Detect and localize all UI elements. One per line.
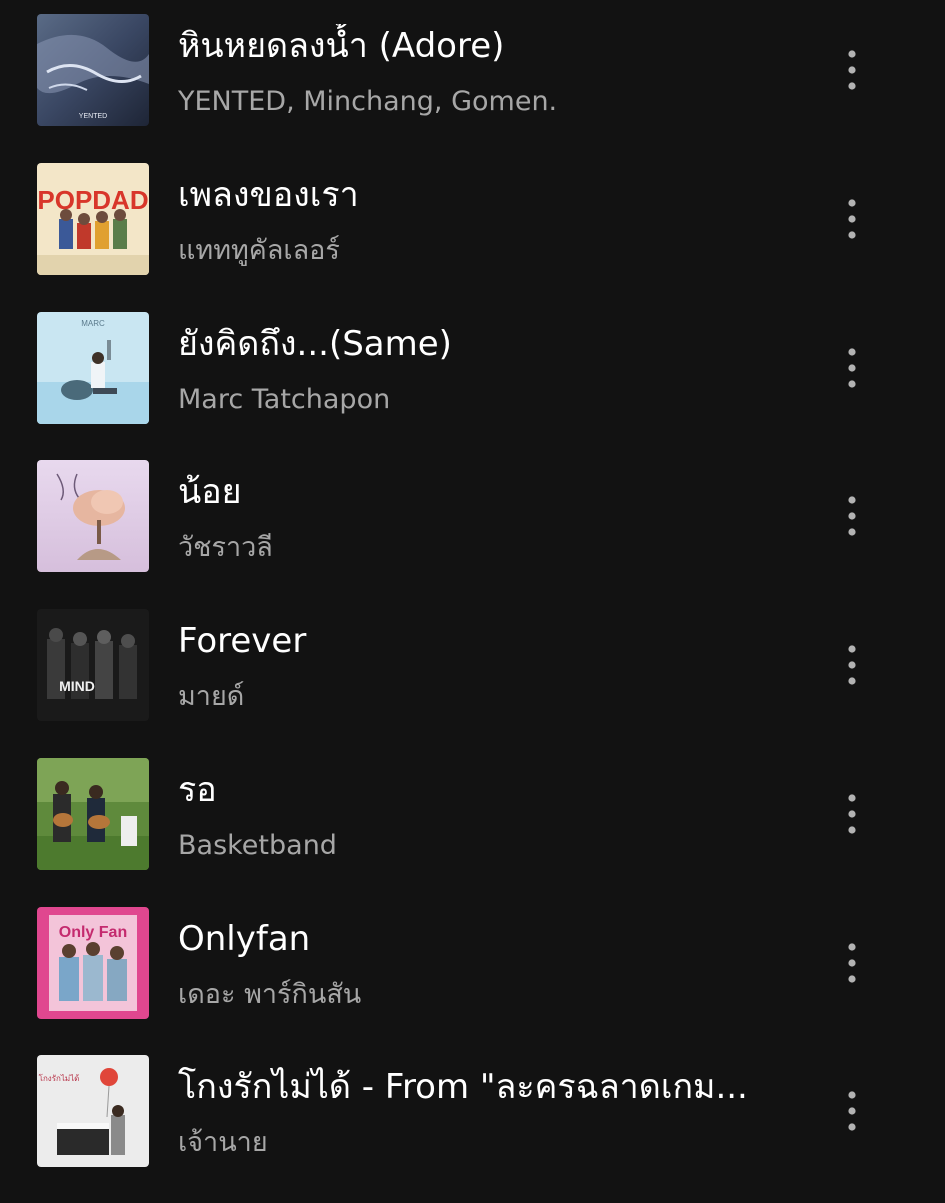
track-artist: YENTED, Minchang, Gomen. <box>178 86 558 117</box>
album-cover: MARC <box>37 312 149 424</box>
album-cover: โกงรักไม่ได้ <box>37 1055 149 1167</box>
track-title: เพลงของเรา <box>178 175 359 215</box>
more-vertical-icon <box>848 348 856 388</box>
track-row[interactable]: MIND Forever มายด์ <box>0 609 945 757</box>
cover-text: Only Fan <box>59 924 127 941</box>
track-title: โกงรักไม่ได้ - From "ละครฉลาดเกม... <box>178 1067 748 1107</box>
more-vertical-icon <box>848 199 856 239</box>
track-row[interactable]: Only Fan Onlyfan เดอะ พาร์กินสัน <box>0 907 945 1055</box>
track-artist: Basketband <box>178 830 337 861</box>
more-options-button[interactable] <box>826 639 878 691</box>
more-vertical-icon <box>848 496 856 536</box>
track-title: น้อย <box>178 472 242 512</box>
track-title: ยังคิดถึง...(Same) <box>178 324 452 364</box>
track-title: Forever <box>178 621 307 661</box>
more-vertical-icon <box>848 1091 856 1131</box>
track-row[interactable]: โกงรักไม่ได้ โกงรักไม่ได้ - From "ละครฉล… <box>0 1055 945 1203</box>
more-options-button[interactable] <box>826 490 878 542</box>
album-cover <box>37 758 149 870</box>
more-vertical-icon <box>848 50 856 90</box>
track-list: YENTED หินหยดลงน้ำ (Adore) YENTED, Minch… <box>0 0 945 1200</box>
track-artist: เดอะ พาร์กินสัน <box>178 979 362 1010</box>
cover-text: โกงรักไม่ได้ <box>39 1073 80 1083</box>
more-options-button[interactable] <box>826 788 878 840</box>
more-options-button[interactable] <box>826 937 878 989</box>
track-artist: มายด์ <box>178 681 245 712</box>
album-cover <box>37 460 149 572</box>
more-options-button[interactable] <box>826 193 878 245</box>
album-cover: MIND <box>37 609 149 721</box>
album-cover: Only Fan <box>37 907 149 1019</box>
album-cover: YENTED <box>37 14 149 126</box>
cover-text: MARC <box>81 319 105 328</box>
track-artist: เจ้านาย <box>178 1127 268 1158</box>
track-row[interactable]: YENTED หินหยดลงน้ำ (Adore) YENTED, Minch… <box>0 14 945 162</box>
track-title: หินหยดลงน้ำ (Adore) <box>178 26 505 66</box>
more-options-button[interactable] <box>826 342 878 394</box>
more-vertical-icon <box>848 645 856 685</box>
track-artist: แทททูคัลเลอร์ <box>178 235 340 266</box>
more-vertical-icon <box>848 943 856 983</box>
track-row[interactable]: น้อย วัชราวลี <box>0 460 945 608</box>
more-vertical-icon <box>848 794 856 834</box>
track-title: Onlyfan <box>178 919 311 959</box>
track-row[interactable]: POPDAD เพลงของเรา แทททูคัลเลอร์ <box>0 163 945 311</box>
track-title: รอ <box>178 770 217 810</box>
more-options-button[interactable] <box>826 44 878 96</box>
track-row[interactable]: MARC ยังคิดถึง...(Same) Marc Tatchapon <box>0 312 945 460</box>
track-artist: วัชราวลี <box>178 532 273 563</box>
track-row[interactable]: รอ Basketband <box>0 758 945 906</box>
track-artist: Marc Tatchapon <box>178 384 391 415</box>
cover-text: YENTED <box>79 113 107 120</box>
album-cover: POPDAD <box>37 163 149 275</box>
cover-text: MIND <box>59 678 95 694</box>
cover-text: POPDAD <box>37 185 148 215</box>
more-options-button[interactable] <box>826 1085 878 1137</box>
